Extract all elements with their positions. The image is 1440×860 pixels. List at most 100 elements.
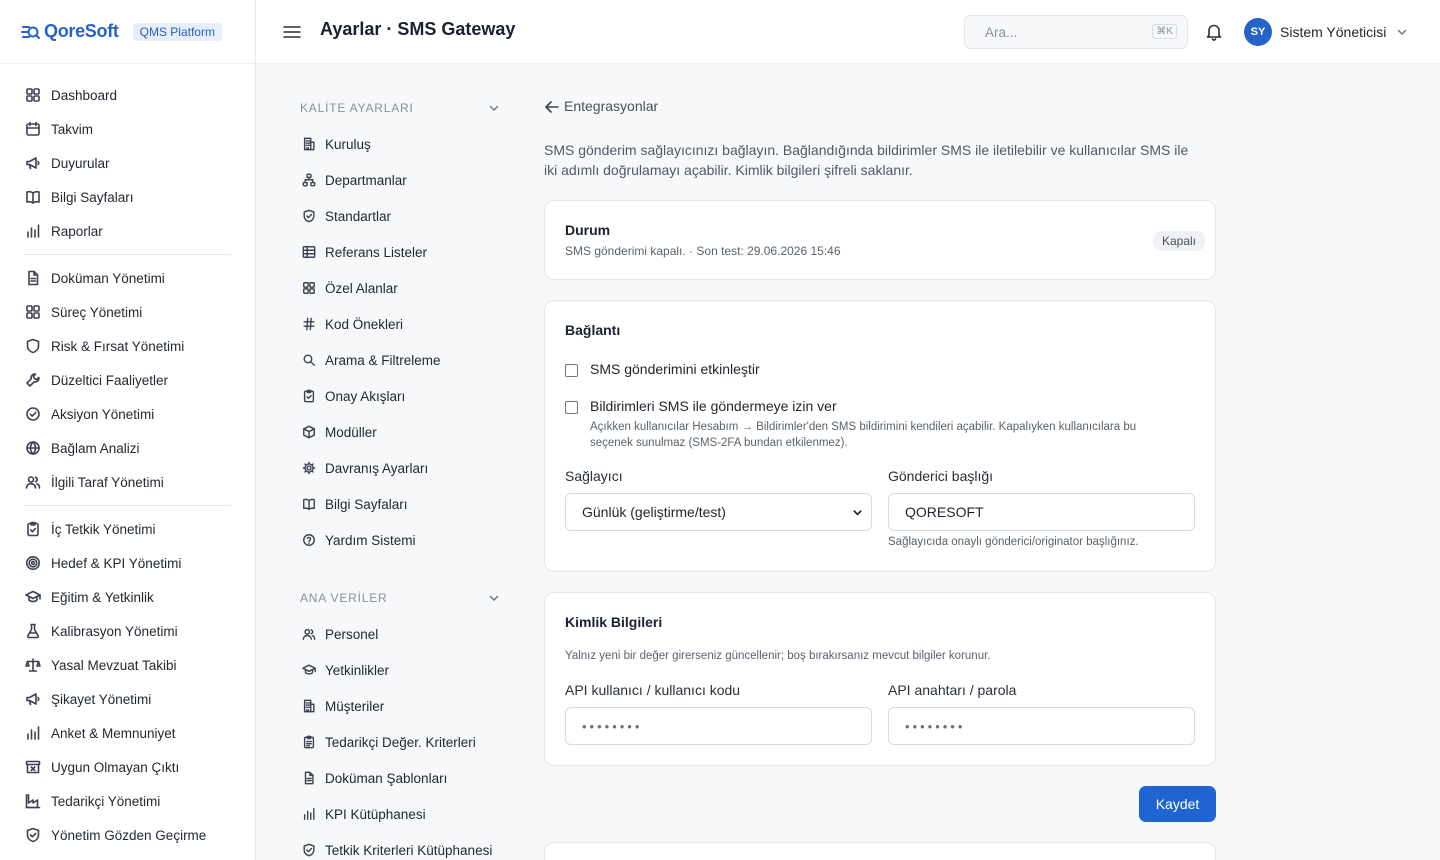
- sidebar-item-label: Kalibrasyon Yönetimi: [51, 623, 178, 639]
- top-bar: Ayarlar · SMS Gateway ⌘K SY Sistem Yönet…: [256, 0, 1440, 64]
- sender-header-help: Sağlayıcıda onaylı gönderici/originator …: [888, 536, 1139, 548]
- sidebar-item-label: Risk & Fırsat Yönetimi: [51, 338, 185, 354]
- sidebar-item-dokuman-yonetimi[interactable]: Doküman Yönetimi: [0, 261, 255, 295]
- status-title: Durum: [565, 222, 611, 238]
- sidebar-item-label: Eğitim & Yetkinlik: [51, 589, 154, 605]
- subnav-item-davranis-ayarlari[interactable]: Davranış Ayarları: [256, 450, 526, 486]
- subnav-item-standartlar[interactable]: Standartlar: [256, 198, 526, 234]
- subnav-item-moduller[interactable]: Modüller: [256, 414, 526, 450]
- subnav-item-departmanlar[interactable]: Departmanlar: [256, 162, 526, 198]
- sidebar-item-ic-tetkik-yonetimi[interactable]: İç Tetkik Yönetimi: [0, 512, 255, 546]
- back-link-label: Entegrasyonlar: [564, 98, 659, 114]
- subnav-group-title: ANA VERİLER: [300, 591, 388, 605]
- building-icon: [302, 699, 316, 713]
- qoresoft-logo-icon: [21, 25, 40, 39]
- subnav-item-tedarikci-deger-kriterleri[interactable]: Tedarikçi Değer. Kriterleri: [256, 724, 526, 760]
- sidebar-item-ilgili-taraf-yonetimi[interactable]: İlgili Taraf Yönetimi: [0, 465, 255, 499]
- sidebar-item-kalibrasyon-yonetimi[interactable]: Kalibrasyon Yönetimi: [0, 614, 255, 648]
- subnav-item-musteriler[interactable]: Müşteriler: [256, 688, 526, 724]
- search-input[interactable]: [985, 24, 1135, 40]
- subnav-item-label: Özel Alanlar: [325, 280, 398, 296]
- subnav-item-label: Davranış Ayarları: [325, 460, 429, 476]
- sidebar-item-label: Aksiyon Yönetimi: [51, 406, 155, 422]
- factory-icon: [25, 793, 41, 809]
- sidebar-item-bilgi-sayfalari[interactable]: Bilgi Sayfaları: [0, 180, 255, 214]
- api-user-input[interactable]: ••••••••: [565, 707, 872, 745]
- save-button[interactable]: Kaydet: [1139, 786, 1216, 822]
- sidebar-item-sikayet-yonetimi[interactable]: Şikayet Yönetimi: [0, 682, 255, 716]
- subnav-item-referans-listeler[interactable]: Referans Listeler: [256, 234, 526, 270]
- search-box[interactable]: ⌘K: [964, 15, 1188, 49]
- subnav-group-ana-veriler[interactable]: ANA VERİLER: [300, 588, 500, 608]
- shield-check-icon: [25, 827, 41, 843]
- sidebar-item-hedef-kpi-yonetimi[interactable]: Hedef & KPI Yönetimi: [0, 546, 255, 580]
- sender-header-input[interactable]: QORESOFT: [888, 493, 1195, 531]
- shield-icon: [25, 338, 41, 354]
- sidebar-item-risk-firsat-yonetimi[interactable]: Risk & Fırsat Yönetimi: [0, 329, 255, 363]
- sidebar-item-label: Anket & Memnuniyet: [51, 725, 176, 741]
- subnav-item-label: Standartlar: [325, 208, 392, 224]
- archive-x-icon: [25, 759, 41, 775]
- sidebar-item-takvim[interactable]: Takvim: [0, 112, 255, 146]
- sidebar-item-tedarikci-yonetimi[interactable]: Tedarikçi Yönetimi: [0, 784, 255, 818]
- api-key-input[interactable]: ••••••••: [888, 707, 1195, 745]
- hamburger-menu-icon[interactable]: [282, 22, 302, 42]
- book-icon: [25, 189, 41, 205]
- sidebar-item-label: Tedarikçi Yönetimi: [51, 793, 161, 809]
- sidebar-item-yasal-mevzuat-takibi[interactable]: Yasal Mevzuat Takibi: [0, 648, 255, 682]
- sidebar-item-baglam-analizi[interactable]: Bağlam Analizi: [0, 431, 255, 465]
- sidebar-item-dashboard[interactable]: Dashboard: [0, 78, 255, 112]
- subnav-item-onay-akislari[interactable]: Onay Akışları: [256, 378, 526, 414]
- status-subtitle: SMS gönderimi kapalı. · Son test: 29.06.…: [565, 244, 841, 258]
- subnav-group-kalite-ayarlari[interactable]: KALİTE AYARLARI: [300, 98, 500, 118]
- clipboard-check-icon: [302, 389, 316, 403]
- subnav-item-yetkinlikler[interactable]: Yetkinlikler: [256, 652, 526, 688]
- sidebar-item-surec-yonetimi[interactable]: Süreç Yönetimi: [0, 295, 255, 329]
- subnav-item-tetkik-kriterleri-kutuphanesi[interactable]: Tetkik Kriterleri Kütüphanesi: [256, 832, 526, 860]
- subnav-item-kod-onekleri[interactable]: Kod Önekleri: [256, 306, 526, 342]
- subnav-item-label: Referans Listeler: [325, 244, 428, 260]
- next-card: [544, 842, 1216, 860]
- subnav-item-label: Müşteriler: [325, 698, 385, 714]
- bar-chart-icon: [25, 725, 41, 741]
- graduation-cap-icon: [25, 589, 41, 605]
- sidebar-item-aksiyon-yonetimi[interactable]: Aksiyon Yönetimi: [0, 397, 255, 431]
- subnav-item-yardim-sistemi[interactable]: Yardım Sistemi: [256, 522, 526, 558]
- sidebar-item-label: Takvim: [51, 121, 94, 137]
- subnav-item-label: Bilgi Sayfaları: [325, 496, 408, 512]
- subnav-item-kurulus[interactable]: Kuruluş: [256, 126, 526, 162]
- allow-sms-notifications-checkbox[interactable]: [565, 401, 578, 414]
- users-icon: [302, 627, 316, 641]
- subnav-item-ozel-alanlar[interactable]: Özel Alanlar: [256, 270, 526, 306]
- bell-icon[interactable]: [1206, 23, 1222, 41]
- sidebar-item-egitim-yetkinlik[interactable]: Eğitim & Yetkinlik: [0, 580, 255, 614]
- chevron-down-icon: [489, 105, 499, 111]
- enable-sms-checkbox[interactable]: [565, 364, 578, 377]
- provider-select[interactable]: Günlük (geliştirme/test): [565, 493, 872, 531]
- sidebar-item-raporlar[interactable]: Raporlar: [0, 214, 255, 248]
- subnav-item-bilgi-sayfalari[interactable]: Bilgi Sayfaları: [256, 486, 526, 522]
- user-menu[interactable]: SY Sistem Yöneticisi: [1244, 18, 1408, 46]
- sidebar-item-duzeltici-faaliyetler[interactable]: Düzeltici Faaliyetler: [0, 363, 255, 397]
- sidebar-item-anket-memnuniyet[interactable]: Anket & Memnuniyet: [0, 716, 255, 750]
- allow-sms-notifications-row: Bildirimleri SMS ile göndermeye izin ver: [565, 398, 837, 414]
- sidebar-item-label: Uygun Olmayan Çıktı: [51, 759, 180, 775]
- back-to-integrations-link[interactable]: Entegrasyonlar: [544, 98, 658, 114]
- subnav-item-arama-filtreleme[interactable]: Arama & Filtreleme: [256, 342, 526, 378]
- sidebar-item-label: Bilgi Sayfaları: [51, 189, 134, 205]
- chevron-down-icon: [1398, 29, 1407, 35]
- subnav-item-kpi-kutuphanesi[interactable]: KPI Kütüphanesi: [256, 796, 526, 832]
- flask-icon: [25, 623, 41, 639]
- enable-sms-row: SMS gönderimini etkinleştir: [565, 361, 760, 377]
- sender-header-value: QORESOFT: [905, 504, 984, 520]
- sidebar-item-label: Dashboard: [51, 87, 118, 103]
- provider-selected-value: Günlük (geliştirme/test): [582, 504, 726, 520]
- subnav-item-personel[interactable]: Personel: [256, 616, 526, 652]
- allow-sms-notifications-label: Bildirimleri SMS ile göndermeye izin ver: [590, 398, 837, 414]
- subnav-item-dokuman-sablonlari[interactable]: Doküman Şablonları: [256, 760, 526, 796]
- sidebar-item-uygun-olmayan-cikti[interactable]: Uygun Olmayan Çıktı: [0, 750, 255, 784]
- sidebar-item-duyurular[interactable]: Duyurular: [0, 146, 255, 180]
- connection-title: Bağlantı: [565, 322, 621, 338]
- sidebar-item-yonetim-gozden-gecirme[interactable]: Yönetim Gözden Geçirme: [0, 818, 255, 852]
- subnav-item-label: Personel: [325, 626, 379, 642]
